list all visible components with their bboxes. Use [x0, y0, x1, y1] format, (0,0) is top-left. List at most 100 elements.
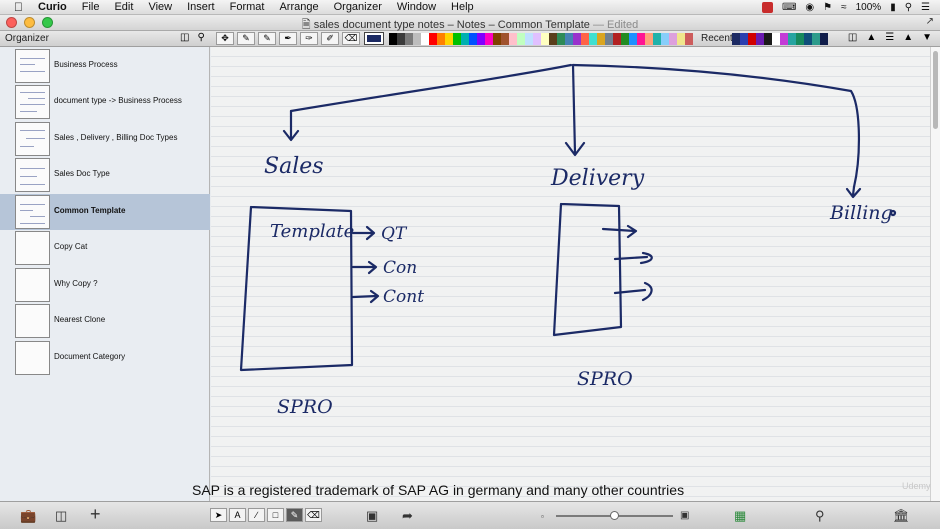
split-view-icon[interactable]: ◫ [848, 32, 857, 43]
apple-menu-icon[interactable]:  [14, 0, 28, 14]
palette-swatch[interactable] [605, 39, 613, 45]
palette-swatch[interactable] [589, 39, 597, 45]
palette-swatch[interactable] [661, 39, 669, 45]
organizer-item-document-type[interactable]: document type -> Business Process [0, 84, 210, 120]
arrow-down-icon[interactable]: ▼ [922, 32, 932, 43]
keyboard-icon[interactable]: ⌨ [782, 2, 796, 13]
pencil-tool-icon[interactable]: ✎ [237, 32, 255, 45]
image-icon[interactable]: ▣ [366, 508, 378, 524]
menu-window[interactable]: Window [397, 1, 436, 13]
marker-tool-icon[interactable]: ✒ [279, 32, 297, 45]
recent-color-swatch[interactable] [796, 33, 804, 45]
palette-swatch[interactable] [685, 39, 693, 45]
recent-color-swatch[interactable] [780, 33, 788, 45]
zoom-slider-knob[interactable] [610, 511, 619, 520]
wifi-icon[interactable]: ≈ [841, 2, 847, 13]
recent-color-swatch[interactable] [772, 33, 780, 45]
recent-colors[interactable] [732, 33, 828, 45]
palette-swatch[interactable] [485, 39, 493, 45]
organizer-item-copy-cat[interactable]: Copy Cat [0, 230, 210, 266]
palette-swatch[interactable] [469, 39, 477, 45]
palette-swatch[interactable] [517, 39, 525, 45]
library-icon[interactable]: 🏛 [893, 508, 910, 524]
menu-file[interactable]: File [82, 1, 100, 13]
palette-swatch[interactable] [397, 39, 405, 45]
palette-swatch[interactable] [541, 39, 549, 45]
palette-swatch[interactable] [565, 39, 573, 45]
flag-icon[interactable]: ⚑ [823, 2, 832, 13]
palette-swatch[interactable] [533, 39, 541, 45]
palette-swatch[interactable] [549, 39, 557, 45]
organizer-item-common-template[interactable]: Common Template [0, 194, 210, 230]
palette-swatch[interactable] [573, 39, 581, 45]
palette-swatch[interactable] [453, 39, 461, 45]
recording-icon[interactable] [761, 1, 773, 13]
palette-swatch[interactable] [421, 39, 429, 45]
recent-color-swatch[interactable] [748, 33, 756, 45]
palette-swatch[interactable] [557, 39, 565, 45]
organizer-item-business-process[interactable]: Business Process [0, 48, 210, 84]
recent-color-swatch[interactable] [788, 33, 796, 45]
highlighter-tool-icon[interactable]: ✐ [321, 32, 339, 45]
organizer-item-sales-delivery-billing[interactable]: Sales , Delivery , Billing Doc Types [0, 121, 210, 157]
organizer-item-why-copy[interactable]: Why Copy ? [0, 267, 210, 303]
menu-view[interactable]: View [148, 1, 172, 13]
palette-swatch[interactable] [429, 39, 437, 45]
menu-help[interactable]: Help [451, 1, 474, 13]
menu-insert[interactable]: Insert [187, 1, 215, 13]
menu-format[interactable]: Format [230, 1, 265, 13]
calendar-icon[interactable]: ▦ [734, 508, 746, 524]
menu-edit[interactable]: Edit [114, 1, 133, 13]
share-icon[interactable]: ➦ [402, 508, 413, 524]
sidebar-panel-icon[interactable]: ◫ [55, 508, 67, 524]
battery-label[interactable]: 100% [856, 2, 882, 13]
organizer-item-document-category[interactable]: Document Category [0, 340, 210, 376]
palette-swatch[interactable] [413, 39, 421, 45]
vertical-scrollbar[interactable] [930, 47, 940, 501]
palette-swatch[interactable] [509, 39, 517, 45]
organizer-search-icon[interactable]: ⚲ [197, 32, 204, 43]
palette-swatch[interactable] [461, 39, 469, 45]
recent-color-swatch[interactable] [740, 33, 748, 45]
recent-color-swatch[interactable] [756, 33, 764, 45]
search-icon[interactable]: ⚲ [815, 508, 825, 524]
menu-arrange[interactable]: Arrange [279, 1, 318, 13]
recent-color-swatch[interactable] [812, 33, 820, 45]
palette-swatch[interactable] [525, 39, 533, 45]
current-color-swatch[interactable] [364, 32, 384, 45]
color-palette[interactable] [389, 33, 693, 45]
menu-organizer[interactable]: Organizer [334, 1, 382, 13]
palette-swatch[interactable] [389, 39, 397, 45]
eraser-bottom-icon[interactable]: ⌫ [305, 508, 322, 522]
palette-swatch[interactable] [613, 39, 621, 45]
pin-icon[interactable]: ▲ [866, 32, 876, 43]
pen-tool-active-icon[interactable]: ✎ [286, 508, 303, 522]
brush-tool-icon[interactable]: ✑ [300, 32, 318, 45]
palette-swatch[interactable] [621, 39, 629, 45]
palette-swatch[interactable] [629, 39, 637, 45]
fullscreen-icon[interactable]: ↗ [926, 16, 934, 27]
layers-icon[interactable]: ☰ [885, 32, 894, 43]
palette-swatch[interactable] [597, 39, 605, 45]
pen-tool-icon[interactable]: ✎ [258, 32, 276, 45]
scrollbar-thumb[interactable] [933, 51, 938, 129]
palette-swatch[interactable] [501, 39, 509, 45]
palette-swatch[interactable] [669, 39, 677, 45]
palette-swatch[interactable] [653, 39, 661, 45]
note-canvas[interactable]: Sales Delivery Billing Template QT Con C… [211, 47, 930, 501]
binoculars-icon[interactable]: ◉ [805, 2, 814, 13]
shape-tool-icon[interactable]: □ [267, 508, 284, 522]
sidebar-toggle-icon[interactable]: ◫ [180, 32, 189, 43]
palette-swatch[interactable] [677, 39, 685, 45]
line-tool-icon[interactable]: ∕ [248, 508, 265, 522]
palette-swatch[interactable] [405, 39, 413, 45]
eraser-tool-icon[interactable]: ⌫ [342, 32, 360, 45]
recent-color-swatch[interactable] [764, 33, 772, 45]
move-tool-icon[interactable]: ✥ [216, 32, 234, 45]
organizer-item-sales-doc-type[interactable]: Sales Doc Type [0, 157, 210, 193]
palette-swatch[interactable] [493, 39, 501, 45]
palette-swatch[interactable] [437, 39, 445, 45]
notification-list-icon[interactable]: ☰ [921, 2, 930, 13]
menu-app-name[interactable]: Curio [38, 1, 67, 13]
palette-swatch[interactable] [645, 39, 653, 45]
